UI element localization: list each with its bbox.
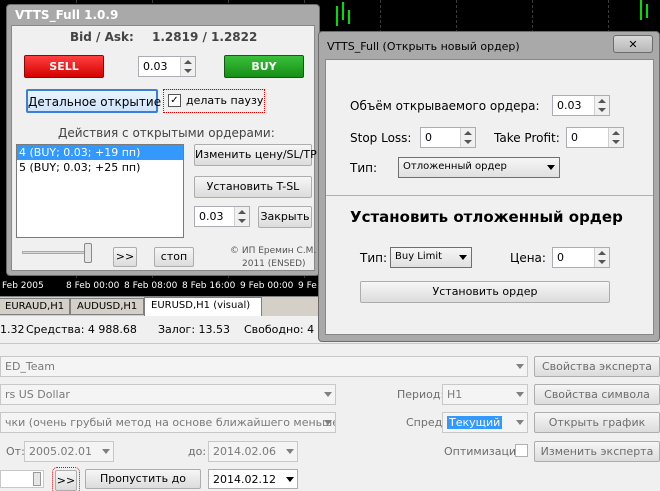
order-type-select[interactable]: Отложенный ордер: [398, 157, 560, 178]
symbol-properties-button[interactable]: Свойства символа: [534, 384, 660, 405]
new-order-panel: VTTS_Full (Открыть новый ордер) ✕ Объём …: [318, 31, 660, 342]
volume-input[interactable]: 0.03: [552, 95, 610, 116]
from-label: От:: [6, 445, 25, 458]
sell-button[interactable]: SELL: [24, 55, 104, 78]
speed-up-button[interactable]: >>: [113, 247, 137, 267]
time-label: 9 Fe: [298, 281, 317, 291]
model-select[interactable]: чки (очень грубый метод на основе ближай…: [0, 412, 336, 433]
time-label: 8 Feb 00:00: [66, 281, 120, 291]
pause-checkbox-group[interactable]: ✓ делать паузу: [163, 89, 265, 113]
time-label: 8 Feb 16:00: [182, 281, 236, 291]
from-date-picker[interactable]: 2005.02.01: [24, 441, 114, 462]
speed-slider[interactable]: [0, 470, 44, 488]
pause-label: делать паузу: [186, 94, 264, 107]
optimization-checkbox[interactable]: [515, 444, 528, 457]
skip-to-button[interactable]: Пропустить до: [85, 469, 201, 489]
orders-heading: Действия с открытыми ордерами:: [58, 126, 275, 140]
skip-to-date-picker[interactable]: 2014.02.12: [208, 469, 298, 489]
pending-order-heading: Установить отложенный ордер: [350, 208, 623, 226]
list-item[interactable]: 5 (BUY; 0.03; +25 пп): [17, 160, 183, 175]
set-trailing-sl-button[interactable]: Установить T-SL: [194, 176, 312, 198]
new-order-title[interactable]: VTTS_Full (Открыть новый ордер): [327, 40, 520, 53]
order-type-label: Тип:: [350, 161, 378, 175]
close-lot-spinner[interactable]: [234, 207, 249, 226]
speed-slider-handle[interactable]: [33, 472, 41, 486]
period-label: Период:: [397, 388, 445, 401]
time-label: 8 Feb 08:00: [124, 281, 178, 291]
divider: [326, 195, 653, 196]
optimization-label: Оптимизация: [444, 445, 523, 458]
tab-audusd[interactable]: AUDUSD,H1: [70, 298, 144, 315]
price-spinner[interactable]: [594, 248, 609, 267]
period-select[interactable]: H1: [442, 384, 528, 405]
pending-type-label: Тип:: [360, 251, 388, 265]
tab-euraud[interactable]: EURAUD,H1: [0, 298, 70, 315]
stop-loss-input[interactable]: 0: [420, 127, 476, 148]
stop-button[interactable]: стоп: [154, 247, 194, 267]
new-order-body: Объём открываемого ордера: 0.03 Stop Los…: [325, 59, 654, 335]
open-orders-list[interactable]: 4 (BUY; 0.03; +19 пп) 5 (BUY; 0.03; +25 …: [16, 144, 184, 238]
expert-select[interactable]: ED_Team: [0, 356, 528, 377]
fast-forward-button[interactable]: >>: [52, 467, 80, 491]
copyright-line2: 2011 (ENSED): [242, 259, 306, 269]
lot-size-spinner[interactable]: [180, 57, 195, 76]
detailed-open-button[interactable]: Детальное открытие: [26, 89, 161, 113]
vtts-main-panel: VTTS_Full 1.0.9 Bid / Ask: 1.2819 / 1.28…: [6, 4, 320, 276]
volume-spinner[interactable]: [594, 96, 609, 115]
take-profit-spinner[interactable]: [608, 128, 623, 147]
pending-type-select[interactable]: Buy Limit: [390, 247, 472, 268]
close-order-button[interactable]: Закрыть: [258, 206, 312, 228]
playback-slider[interactable]: [22, 251, 90, 254]
spread-select[interactable]: Текущий: [442, 412, 528, 433]
bid-ask-value: 1.2819 / 1.2822: [152, 30, 258, 44]
open-chart-button[interactable]: Открыть график: [534, 412, 660, 433]
panel-title[interactable]: VTTS_Full 1.0.9: [7, 5, 319, 25]
chevron-down-icon: [459, 255, 467, 260]
lot-size-input[interactable]: 0.03: [138, 56, 196, 77]
bid-ask-label: Bid / Ask:: [70, 30, 134, 44]
playback-slider-handle[interactable]: [84, 243, 92, 263]
close-lot-input[interactable]: 0.03: [194, 206, 250, 227]
time-label: Feb 2005: [2, 281, 44, 291]
stop-loss-label: Stop Loss:: [350, 131, 412, 145]
modify-expert-button[interactable]: Изменить эксперта: [534, 441, 660, 462]
modify-price-sl-tp-button[interactable]: Изменить цену/SL/TP: [194, 144, 317, 166]
price-label: Цена:: [510, 251, 546, 265]
symbol-select[interactable]: rs US Dollar: [0, 384, 336, 405]
to-label: до:: [188, 445, 207, 458]
balance-value: 1.32: [0, 323, 25, 336]
margin-value: Залог: 13.53: [158, 323, 231, 336]
tab-eurusd-visual[interactable]: EURUSD,H1 (visual): [144, 297, 262, 316]
chevron-down-icon: [547, 165, 555, 170]
list-item[interactable]: 4 (BUY; 0.03; +19 пп): [17, 145, 183, 160]
equity-value: Средства: 4 988.68: [26, 323, 137, 336]
set-order-button[interactable]: Установить ордер: [360, 281, 610, 303]
time-label: 9 Feb 00:00: [240, 281, 294, 291]
to-date-picker[interactable]: 2014.02.06: [208, 441, 298, 462]
stop-loss-spinner[interactable]: [460, 128, 475, 147]
copyright-line1: © ИП Еремин С.М.: [230, 246, 317, 256]
expert-properties-button[interactable]: Свойства эксперта: [534, 356, 660, 377]
price-input[interactable]: 0: [552, 247, 610, 268]
pause-checkbox[interactable]: ✓: [168, 94, 181, 107]
take-profit-input[interactable]: 0: [566, 127, 624, 148]
close-icon[interactable]: ✕: [613, 35, 653, 53]
spread-label: Спред:: [406, 416, 446, 429]
buy-button[interactable]: BUY: [224, 55, 304, 78]
panel-body: Bid / Ask: 1.2819 / 1.2822 SELL 0.03 BUY…: [11, 25, 317, 271]
take-profit-label: Take Profit:: [494, 131, 560, 145]
volume-label: Объём открываемого ордера:: [350, 99, 540, 113]
